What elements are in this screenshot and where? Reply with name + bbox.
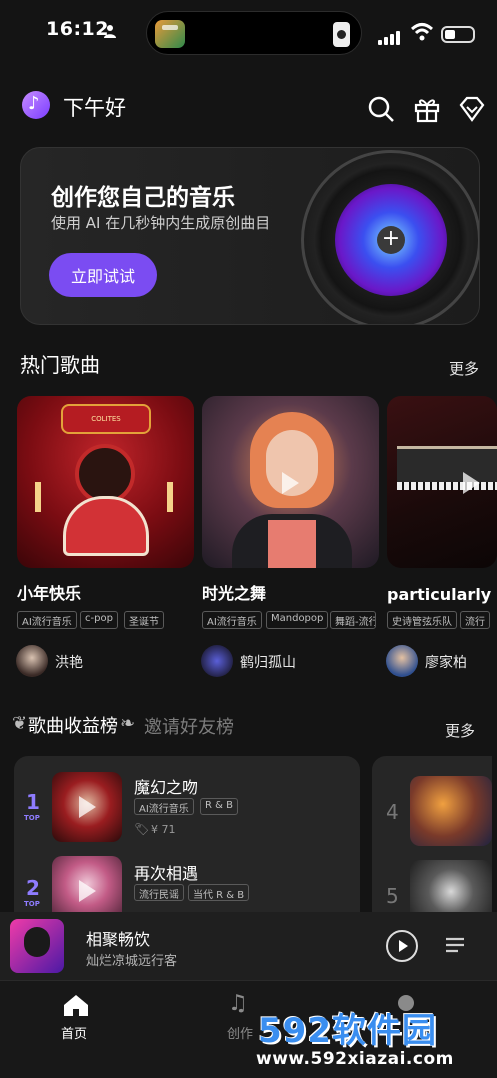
person-icon <box>104 25 116 38</box>
rank-number: 5 <box>386 884 399 908</box>
rank-number: 4 <box>386 800 399 824</box>
song-author-3[interactable]: 廖家柏 <box>425 652 467 672</box>
vinyl-record-icon: + <box>301 150 479 324</box>
try-now-button[interactable]: 立即试试 <box>49 253 157 297</box>
watermark-url: www.592xiazai.com <box>256 1049 454 1069</box>
song-author-1[interactable]: 洪艳 <box>55 652 83 672</box>
play-icon[interactable] <box>79 796 96 818</box>
piano-keys <box>397 482 497 490</box>
avatar[interactable] <box>386 645 418 677</box>
laurel-left-icon: ❦ <box>12 713 28 734</box>
nav-home-label[interactable]: 首页 <box>61 1023 87 1042</box>
rank-number: 2 <box>26 876 40 900</box>
ranking-panel-secondary: 4 5 <box>372 756 492 930</box>
watermark: 592软件园 www.592xiazai.com <box>250 1003 497 1078</box>
wifi-icon <box>410 23 434 41</box>
song-tag: AI流行音乐 <box>17 611 77 629</box>
ranking-panel: 1 TOP 魔幻之吻 AI流行音乐 R & B 🏷 ¥ 71 2 TOP 再次相… <box>14 756 360 926</box>
rank-number: 1 <box>26 790 40 814</box>
laurel-right-icon: ❧ <box>120 713 136 734</box>
rank-title-1[interactable]: 魔幻之吻 <box>134 774 198 798</box>
mini-player[interactable]: 相聚畅饮 灿烂凉城远行客 <box>0 912 497 980</box>
player-artist: 灿烂凉城远行客 <box>86 954 178 969</box>
hot-songs-title: 热门歌曲 <box>20 353 100 377</box>
diamond-vip-icon[interactable] <box>457 94 487 124</box>
cover-banner-text: COLITES <box>61 404 151 434</box>
status-time: 16:12 <box>46 18 109 40</box>
rank-top-label: TOP <box>24 814 40 822</box>
price-tag-icon: 🏷 <box>134 822 150 836</box>
add-icon[interactable]: + <box>377 226 405 254</box>
rank-tag: 当代 R & B <box>188 884 250 901</box>
speaker-icon <box>333 22 350 47</box>
candle <box>167 482 173 512</box>
status-bar: 16:12 <box>0 0 497 62</box>
song-title-3[interactable]: particularly <box>387 585 491 604</box>
play-icon[interactable] <box>282 472 299 494</box>
greeting: 下午好 <box>63 96 126 120</box>
song-tag: 圣诞节 <box>124 611 164 629</box>
play-button[interactable] <box>386 930 418 962</box>
music-note-icon[interactable]: ♫ <box>228 991 248 1016</box>
home-icon[interactable] <box>62 993 90 1017</box>
search-icon[interactable] <box>366 94 396 124</box>
tab-revenue-ranking[interactable]: 歌曲收益榜 <box>28 712 118 738</box>
rank-tag: 流行民谣 <box>134 884 184 901</box>
dynamic-island <box>146 11 362 55</box>
girl-top <box>268 520 316 568</box>
app-logo-icon <box>22 91 50 119</box>
hot-songs-more-link[interactable]: 更多 <box>449 358 479 379</box>
song-tag: c-pop <box>80 611 118 629</box>
candle <box>35 482 41 512</box>
song-cover-3[interactable] <box>387 396 497 568</box>
song-title-2[interactable]: 时光之舞 <box>202 580 266 604</box>
rank-title-2[interactable]: 再次相遇 <box>134 860 198 884</box>
rank-cover-4[interactable] <box>410 776 492 846</box>
doll-dress <box>63 496 149 556</box>
song-tag: Mandopop <box>266 611 329 629</box>
song-tag: 舞蹈-流行 <box>330 611 376 629</box>
rank-price-1: ¥ 71 <box>151 823 176 836</box>
signal-icon <box>378 26 402 45</box>
song-tag: 流行 <box>460 611 490 629</box>
battery-icon <box>441 26 475 43</box>
player-title[interactable]: 相聚畅饮 <box>86 926 150 950</box>
gift-icon[interactable] <box>412 94 442 124</box>
rank-tag: AI流行音乐 <box>134 798 194 815</box>
create-music-banner[interactable]: 创作您自己的音乐 使用 AI 在几秒钟内生成原创曲目 立即试试 + <box>20 147 480 325</box>
app-activity-icon <box>155 20 185 48</box>
play-icon[interactable] <box>79 880 96 902</box>
rank-tag: R & B <box>200 798 238 815</box>
banner-subtitle: 使用 AI 在几秒钟内生成原创曲目 <box>51 214 271 232</box>
player-cover-art[interactable] <box>10 919 64 973</box>
tab-invite-ranking[interactable]: 邀请好友榜 <box>144 713 234 739</box>
watermark-brand: 592软件园 <box>258 1011 437 1051</box>
playlist-icon[interactable] <box>444 934 466 956</box>
ranking-more-link[interactable]: 更多 <box>445 720 475 741</box>
song-author-2[interactable]: 鹤归孤山 <box>240 652 296 672</box>
song-title-1[interactable]: 小年快乐 <box>17 580 81 604</box>
avatar[interactable] <box>16 645 48 677</box>
piano-top <box>397 446 497 482</box>
banner-title: 创作您自己的音乐 <box>51 185 235 211</box>
cover-figure <box>24 927 50 957</box>
song-cover-1[interactable]: COLITES <box>17 396 194 568</box>
song-cover-2[interactable] <box>202 396 379 568</box>
song-tag: 史诗管弦乐队 <box>387 611 457 629</box>
avatar[interactable] <box>201 645 233 677</box>
rank-cover-1[interactable] <box>52 772 122 842</box>
doll-head <box>75 444 135 504</box>
play-icon[interactable] <box>463 472 480 494</box>
song-tag: AI流行音乐 <box>202 611 262 629</box>
rank-top-label: TOP <box>24 900 40 908</box>
